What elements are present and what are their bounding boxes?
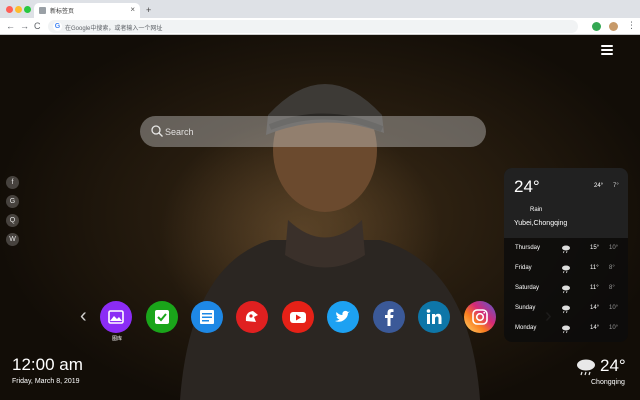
- weather-condition: Rain: [530, 207, 543, 213]
- forecast-day: Monday: [515, 325, 537, 331]
- tab-close-button[interactable]: ×: [130, 5, 135, 15]
- app-youtube[interactable]: [282, 301, 314, 333]
- new-tab-button[interactable]: +: [146, 5, 151, 15]
- profile-avatar[interactable]: [609, 22, 618, 31]
- forecast-high: 11°: [590, 265, 599, 271]
- app-gallery[interactable]: [100, 301, 132, 333]
- google-icon: G: [53, 22, 62, 31]
- address-bar-placeholder: 在Google中搜索，或者输入一个网址: [65, 26, 163, 32]
- background-portrait-image: [180, 84, 480, 400]
- forecast-row: Sunday 14° 10°: [504, 299, 628, 319]
- current-temp[interactable]: 24°: [600, 356, 626, 376]
- google-plus-icon[interactable]: G: [6, 195, 19, 208]
- forecast-day: Friday: [515, 265, 532, 271]
- forecast-high: 14°: [590, 325, 600, 331]
- search-bar[interactable]: [140, 116, 486, 147]
- weather-low: 7°: [613, 183, 619, 189]
- forecast-low: 10°: [609, 305, 619, 311]
- wechat-icon[interactable]: W: [6, 233, 19, 246]
- rain-cloud-icon: [562, 265, 570, 274]
- rain-cloud-icon: [562, 285, 570, 294]
- clock-time: 12:00 am: [12, 355, 83, 374]
- facebook-icon: [373, 301, 405, 333]
- search-icon: [151, 125, 163, 137]
- search-input[interactable]: [165, 125, 465, 138]
- weather-location: Yubei,Chongqing: [514, 220, 568, 227]
- browser-menu-button[interactable]: ⋮: [627, 20, 636, 30]
- back-button[interactable]: ←: [6, 21, 15, 31]
- notes-icon: [191, 301, 223, 333]
- youtube-icon: [282, 301, 314, 333]
- menu-hamburger-icon[interactable]: [601, 45, 613, 55]
- qq-icon[interactable]: Q: [6, 214, 19, 227]
- linkedin-icon: [418, 301, 450, 333]
- browser-toolbar: ← → C G 在Google中搜索，或者输入一个网址 ⋮: [0, 18, 640, 35]
- maximize-window-button[interactable]: [24, 6, 31, 13]
- tab-new-tab[interactable]: 新标签页 ×: [34, 3, 140, 18]
- tab-strip: 新标签页 × +: [0, 0, 640, 18]
- weather-current: 24° 24° 7° Rain Yubei,Chongqing: [504, 168, 628, 238]
- app-twitter[interactable]: [327, 301, 359, 333]
- minimize-window-button[interactable]: [15, 6, 22, 13]
- forecast-row: Saturday 11° 8°: [504, 279, 628, 299]
- forecast-row: Monday 14° 10°: [504, 319, 628, 339]
- gallery-icon: [100, 301, 132, 333]
- forecast-row: Thursday 15° 10°: [504, 239, 628, 259]
- weather-high: 24°: [594, 183, 604, 189]
- clock-date: Friday, March 8, 2019: [12, 378, 80, 385]
- forecast-day: Thursday: [515, 245, 541, 251]
- forecast-high: 14°: [590, 305, 600, 311]
- app-notes[interactable]: [191, 301, 223, 333]
- browser-chrome: 新标签页 × + ← → C G 在Google中搜索，或者输入一个网址 ⋮: [0, 0, 640, 35]
- rain-cloud-icon: [562, 325, 570, 334]
- twitter-icon: [327, 301, 359, 333]
- reload-button[interactable]: C: [34, 21, 41, 31]
- rain-cloud-icon: [577, 359, 595, 376]
- tab-title: 新标签页: [50, 9, 75, 15]
- rain-cloud-icon: [562, 305, 570, 314]
- new-tab-page: f G Q W ‹ › 图库: [0, 35, 640, 400]
- app-checklist[interactable]: [146, 301, 178, 333]
- facebook-icon[interactable]: f: [6, 176, 19, 189]
- weather-widget[interactable]: 24° 24° 7° Rain Yubei,Chongqing Thursday…: [504, 168, 628, 342]
- current-city: Chongqing: [591, 379, 625, 386]
- forecast-low: 10°: [609, 325, 619, 331]
- app-instagram[interactable]: [464, 301, 496, 333]
- checklist-icon: [146, 301, 178, 333]
- forecast-row: Friday 11° 8°: [504, 259, 628, 279]
- extension-icon[interactable]: [592, 22, 601, 31]
- game-icon: [236, 301, 268, 333]
- app-facebook[interactable]: [373, 301, 405, 333]
- forecast-high: 11°: [590, 285, 599, 291]
- instagram-icon: [464, 301, 496, 333]
- forecast-day: Sunday: [515, 305, 536, 311]
- rain-cloud-icon: [562, 245, 570, 254]
- app-linkedin[interactable]: [418, 301, 450, 333]
- weather-temp: 24°: [514, 177, 540, 196]
- forecast-day: Saturday: [515, 285, 540, 291]
- tab-favicon-icon: [39, 7, 46, 14]
- forecast-high: 15°: [590, 245, 600, 251]
- address-bar[interactable]: G 在Google中搜索，或者输入一个网址: [48, 20, 578, 33]
- forecast-low: 8°: [609, 285, 615, 291]
- forward-button[interactable]: →: [20, 21, 29, 31]
- close-window-button[interactable]: [6, 6, 13, 13]
- forecast-low: 10°: [609, 245, 619, 251]
- forecast-low: 8°: [609, 265, 615, 271]
- app-game[interactable]: [236, 301, 268, 333]
- app-gallery-label: 图库: [111, 336, 122, 342]
- apps-prev-arrow[interactable]: ‹: [80, 306, 87, 326]
